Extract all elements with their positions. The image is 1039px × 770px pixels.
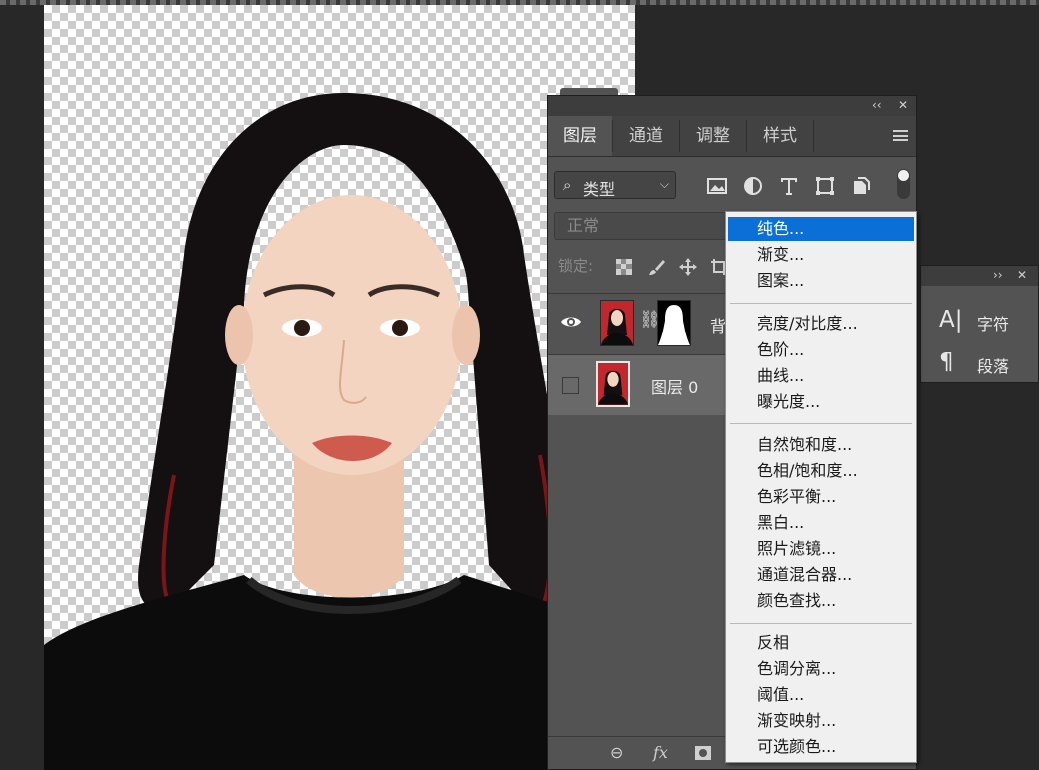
lock-image-brush-icon[interactable] xyxy=(648,258,666,276)
new-adjustment-layer-menu: 纯色... 渐变... 图案... 亮度/对比度... 色阶... 曲线... … xyxy=(725,211,917,763)
adjustment-layer-filter-icon[interactable] xyxy=(742,175,764,197)
panel-titlebar[interactable]: ›› ✕ xyxy=(921,266,1038,286)
layer-name[interactable]: 背 xyxy=(710,313,726,337)
panel-titlebar[interactable]: ‹‹ ✕ xyxy=(548,96,916,116)
smart-object-filter-icon[interactable] xyxy=(850,175,872,197)
paragraph-icon: ¶ xyxy=(939,349,954,375)
layer-mask-thumbnail[interactable] xyxy=(657,300,691,346)
menu-item-selective-color[interactable]: 可选颜色... xyxy=(728,735,914,759)
type-layer-filter-icon[interactable] xyxy=(778,175,800,197)
menu-item-gradient[interactable]: 渐变... xyxy=(728,243,914,267)
lock-label: 锁定: xyxy=(558,257,594,275)
collapse-icon[interactable]: ‹‹ xyxy=(872,98,882,112)
panel-menu-icon[interactable] xyxy=(893,130,908,141)
layer-thumbnail[interactable] xyxy=(600,300,634,346)
menu-item-curves[interactable]: 曲线... xyxy=(728,364,914,388)
visibility-toggle[interactable] xyxy=(562,377,579,394)
menu-separator xyxy=(730,423,912,424)
menu-item-hue-saturation[interactable]: 色相/饱和度... xyxy=(728,459,914,483)
lock-row: 锁定: xyxy=(548,251,728,281)
menu-item-exposure[interactable]: 曝光度... xyxy=(728,390,914,414)
menu-item-channel-mixer[interactable]: 通道混合器... xyxy=(728,563,914,587)
tab-channels[interactable]: 通道 xyxy=(613,116,679,156)
portrait-thumbnail xyxy=(598,363,628,405)
lock-position-move-icon[interactable] xyxy=(679,258,697,276)
menu-item-brightness-contrast[interactable]: 亮度/对比度... xyxy=(728,312,914,336)
menu-item-pattern[interactable]: 图案... xyxy=(728,269,914,293)
shape-layer-filter-icon[interactable] xyxy=(814,175,836,197)
filter-label: 类型 xyxy=(583,180,616,199)
add-mask-icon[interactable] xyxy=(694,745,712,761)
tab-separator xyxy=(813,120,814,152)
character-label: 字符 xyxy=(977,315,1010,334)
close-icon[interactable]: ✕ xyxy=(1017,268,1027,282)
paragraph-item[interactable]: ¶ 段落 xyxy=(921,343,1039,383)
search-icon: ⌕ xyxy=(563,176,572,194)
menu-item-color-lookup[interactable]: 颜色查找... xyxy=(728,589,914,613)
layer-thumbnail[interactable] xyxy=(596,361,630,407)
character-icon: A| xyxy=(939,307,963,333)
tab-styles[interactable]: 样式 xyxy=(747,116,813,156)
menu-item-levels[interactable]: 色阶... xyxy=(728,338,914,362)
character-panel: ›› ✕ A| 字符 ¶ 段落 xyxy=(920,265,1039,383)
close-icon[interactable]: ✕ xyxy=(898,98,908,112)
character-item[interactable]: A| 字符 xyxy=(921,301,1039,341)
menu-item-gradient-map[interactable]: 渐变映射... xyxy=(728,709,914,733)
menu-separator xyxy=(730,623,912,624)
layer-filter-select[interactable]: ⌕ 类型 ⌵ xyxy=(554,171,676,199)
menu-item-vibrance[interactable]: 自然饱和度... xyxy=(728,433,914,457)
menu-item-posterize[interactable]: 色调分离... xyxy=(728,657,914,681)
filter-toggle[interactable] xyxy=(897,169,910,199)
tab-adjustments[interactable]: 调整 xyxy=(680,116,746,156)
menu-item-threshold[interactable]: 阈值... xyxy=(728,683,914,707)
layer-name[interactable]: 图层 0 xyxy=(651,374,698,398)
tab-layers[interactable]: 图层 xyxy=(548,116,612,156)
menu-item-invert[interactable]: 反相 xyxy=(728,631,914,655)
fx-icon[interactable]: fx xyxy=(653,743,668,762)
pixel-layer-filter-icon[interactable] xyxy=(706,175,728,197)
menu-separator xyxy=(730,303,912,304)
paragraph-label: 段落 xyxy=(977,357,1010,376)
menu-item-color-balance[interactable]: 色彩平衡... xyxy=(728,485,914,509)
expand-icon[interactable]: ›› xyxy=(993,268,1003,282)
link-layers-icon[interactable]: ⊖ xyxy=(610,743,623,762)
portrait-thumbnail xyxy=(601,301,633,345)
eye-icon[interactable] xyxy=(560,314,582,330)
panel-tabs: 图层 通道 调整 样式 xyxy=(548,116,916,157)
lock-transparent-icon[interactable] xyxy=(615,258,633,276)
menu-item-solid-color[interactable]: 纯色... xyxy=(728,217,914,241)
mask-silhouette xyxy=(658,305,690,345)
chevron-down-icon: ⌵ xyxy=(659,177,669,191)
menu-item-photo-filter[interactable]: 照片滤镜... xyxy=(728,537,914,561)
menu-item-black-white[interactable]: 黑白... xyxy=(728,511,914,535)
